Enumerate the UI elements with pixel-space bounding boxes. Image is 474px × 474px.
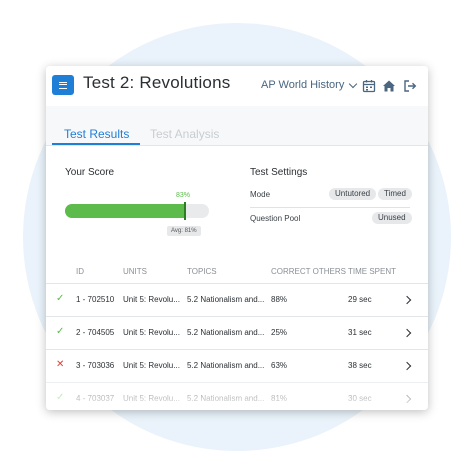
chevron-right-icon[interactable] — [402, 295, 412, 305]
header: Test 2: Revolutions AP World History — [46, 66, 428, 106]
question-id: 2 - 704505 — [76, 328, 115, 337]
table-row[interactable]: ✓ 4 - 703037 Unit 5: Revolu... 5.2 Natio… — [46, 382, 428, 410]
column-header-id: ID — [76, 267, 84, 276]
question-id: 1 - 702510 — [76, 295, 115, 304]
home-icon[interactable] — [382, 79, 396, 93]
page-title: Test 2: Revolutions — [83, 73, 231, 92]
time-spent-cell: 30 sec — [348, 394, 372, 403]
unit-cell: Unit 5: Revolu... — [123, 361, 180, 370]
unit-cell: Unit 5: Revolu... — [123, 328, 180, 337]
mode-label: Mode — [250, 190, 271, 199]
correct-others-cell: 81% — [271, 394, 288, 403]
question-pool-label: Question Pool — [250, 214, 301, 223]
time-spent-cell: 31 sec — [348, 328, 372, 337]
chevron-down-icon — [349, 79, 358, 88]
topic-cell: 5.2 Nationalism and... — [187, 361, 265, 370]
topic-cell: 5.2 Nationalism and... — [187, 328, 265, 337]
logout-icon[interactable] — [403, 79, 417, 93]
incorrect-icon: ✕ — [56, 359, 65, 370]
correct-icon: ✓ — [56, 293, 65, 304]
column-header-topics: TOPICS — [187, 267, 217, 276]
correct-others-cell: 63% — [271, 361, 288, 370]
menu-icon — [59, 81, 67, 89]
tab-divider — [46, 145, 428, 146]
correct-icon: ✓ — [56, 326, 65, 337]
tab-test-results[interactable]: Test Results — [64, 127, 129, 141]
question-pool-pill: Unused — [372, 212, 412, 224]
score-percent: 83% — [176, 192, 191, 199]
calendar-icon[interactable] — [362, 79, 376, 93]
column-header-time-spent: TIME SPENT — [348, 267, 397, 276]
score-marker — [184, 202, 186, 220]
chevron-right-icon[interactable] — [402, 394, 412, 404]
table-row[interactable]: ✓ 1 - 702510 Unit 5: Revolu... 5.2 Natio… — [46, 283, 428, 317]
score-bar — [65, 202, 209, 220]
chevron-right-icon[interactable] — [402, 328, 412, 338]
question-id: 3 - 703036 — [76, 361, 115, 370]
unit-cell: Unit 5: Revolu... — [123, 394, 180, 403]
settings-title: Test Settings — [250, 167, 308, 178]
correct-icon: ✓ — [56, 392, 65, 403]
subject-dropdown[interactable]: AP World History — [261, 79, 358, 91]
score-title: Your Score — [65, 167, 115, 178]
column-header-correct-others: CORRECT OTHERS — [271, 267, 346, 276]
topic-cell: 5.2 Nationalism and... — [187, 295, 265, 304]
time-spent-cell: 29 sec — [348, 295, 372, 304]
table-row[interactable]: ✕ 3 - 703036 Unit 5: Revolu... 5.2 Natio… — [46, 349, 428, 383]
question-id: 4 - 703037 — [76, 394, 115, 403]
subject-label: AP World History — [261, 79, 345, 91]
settings-divider — [250, 207, 410, 208]
column-header-units: UNITS — [123, 267, 147, 276]
chevron-right-icon[interactable] — [402, 361, 412, 371]
menu-button[interactable] — [52, 75, 74, 95]
score-bar-fill — [65, 204, 185, 218]
average-badge: Avg: 81% — [167, 226, 201, 236]
correct-others-cell: 25% — [271, 328, 288, 337]
mode-untutored-pill: Untutored — [329, 188, 377, 200]
tab-bar: Test Results Test Analysis — [46, 106, 428, 146]
correct-others-cell: 88% — [271, 295, 288, 304]
table-row[interactable]: ✓ 2 - 704505 Unit 5: Revolu... 5.2 Natio… — [46, 316, 428, 350]
tab-test-analysis[interactable]: Test Analysis — [150, 127, 219, 141]
mode-timed-pill: Timed — [378, 188, 412, 200]
time-spent-cell: 38 sec — [348, 361, 372, 370]
topic-cell: 5.2 Nationalism and... — [187, 394, 265, 403]
test-results-card: Test 2: Revolutions AP World History Tes… — [46, 66, 428, 410]
unit-cell: Unit 5: Revolu... — [123, 295, 180, 304]
